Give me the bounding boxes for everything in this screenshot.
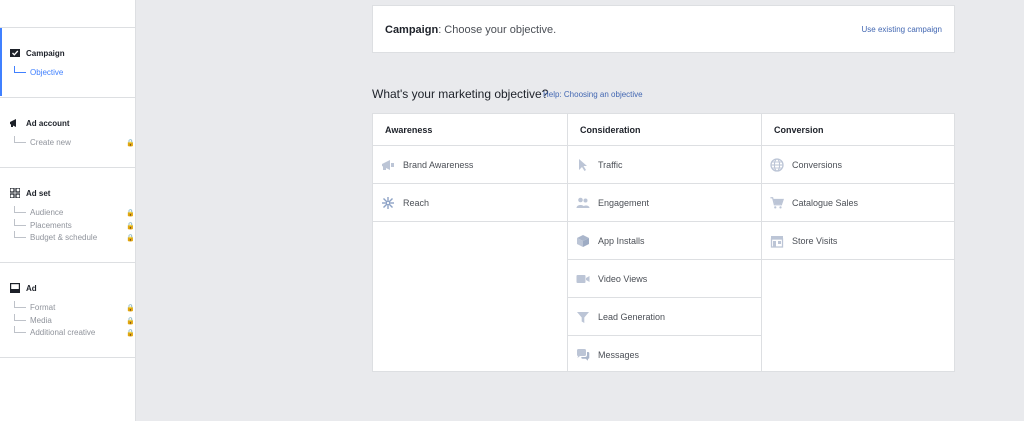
checkbox-icon [10,48,20,58]
help-choosing-objective-link[interactable]: Help: Choosing an objective [543,90,643,99]
tree-branch [14,136,26,143]
sidebar-item-ad-account[interactable]: Ad account [10,118,70,128]
divider [0,27,135,28]
objective-label: Reach [403,197,430,208]
video-icon [576,272,590,286]
campaign-header-card: Campaign: Choose your objective. Use exi… [372,5,955,53]
sidebar-item-objective[interactable]: Objective [14,66,64,77]
objective-label: Store Visits [792,235,838,246]
objective-label: Conversions [792,159,843,170]
lock-icon: 🔒 [126,139,135,147]
tree-branch [14,206,26,213]
megaphone-icon [10,118,20,128]
lock-icon: 🔒 [126,222,135,230]
sidebar-item-label: Ad account [26,118,70,128]
awareness-column: Awareness Brand Awareness Reach [373,114,567,371]
sidebar-item-label: Campaign [26,48,65,58]
tree-branch [14,301,26,308]
objective-label: Lead Generation [598,311,666,322]
objective-catalogue-sales[interactable]: Catalogue Sales [762,184,954,222]
sidebar-item-label: Additional creative [30,328,96,337]
objective-lead-generation[interactable]: Lead Generation [568,298,761,336]
sidebar-item-create-new[interactable]: Create new 🔒 [14,136,135,147]
divider [0,97,135,98]
lock-icon: 🔒 [126,329,135,337]
megaphone-icon [381,158,395,172]
objective-label: App Installs [598,235,645,246]
objective-label: Brand Awareness [403,159,474,170]
tree-branch [14,314,26,321]
conversion-column: Conversion Conversions Catalogue Sales S… [762,114,954,371]
campaign-title-bold: Campaign [385,24,439,36]
sidebar: Campaign Objective Ad account Create new… [0,0,136,421]
cart-icon [770,196,784,210]
sidebar-item-placements[interactable]: Placements 🔒 [14,219,135,230]
objective-label: Engagement [598,197,650,208]
campaign-title-rest: : Choose your objective. [438,24,557,36]
objective-store-visits[interactable]: Store Visits [762,222,954,260]
sidebar-item-format[interactable]: Format 🔒 [14,301,135,312]
tree-branch [14,326,26,333]
lock-icon: 🔒 [126,317,135,325]
sidebar-item-label: Audience [30,208,64,217]
sidebar-item-campaign[interactable]: Campaign [10,48,65,58]
column-header: Conversion [762,114,954,146]
sidebar-item-ad[interactable]: Ad [10,283,37,293]
tree-branch [14,66,26,73]
objective-video-views[interactable]: Video Views [568,260,761,298]
sidebar-item-label: Format [30,303,56,312]
column-header: Awareness [373,114,567,146]
sidebar-item-label: Create new [30,138,71,147]
objective-engagement[interactable]: Engagement [568,184,761,222]
box-icon [576,234,590,248]
objective-reach[interactable]: Reach [373,184,567,222]
sidebar-item-label: Placements [30,221,72,230]
globe-icon [770,157,784,172]
ad-icon [10,283,20,293]
sidebar-item-label: Media [30,316,52,325]
sidebar-item-label: Ad [26,283,37,293]
cursor-icon [576,158,590,172]
active-indicator [0,28,2,96]
lock-icon: 🔒 [126,209,135,217]
chat-icon [576,348,590,362]
objective-label: Messages [598,350,640,360]
tree-branch [14,231,26,238]
lock-icon: 🔒 [126,304,135,312]
snowflake-icon [381,196,395,210]
objective-messages[interactable]: Messages [568,336,761,374]
people-icon [576,196,590,210]
sidebar-item-budget-schedule[interactable]: Budget & schedule 🔒 [14,231,135,242]
campaign-title: Campaign: Choose your objective. [385,24,556,36]
objective-traffic[interactable]: Traffic [568,146,761,184]
use-existing-campaign-link[interactable]: Use existing campaign [862,25,942,34]
sidebar-item-label: Objective [30,68,64,77]
tree-branch [14,219,26,226]
sidebar-item-label: Budget & schedule [30,233,98,242]
objective-conversions[interactable]: Conversions [762,146,954,184]
sidebar-item-additional-creative[interactable]: Additional creative 🔒 [14,326,135,337]
divider [0,262,135,263]
consideration-column: Consideration Traffic Engagement App Ins… [568,114,761,371]
sidebar-item-media[interactable]: Media 🔒 [14,314,135,325]
objective-label: Traffic [598,159,623,170]
objective-heading: What's your marketing objective? [372,87,549,101]
objective-label: Video Views [598,273,648,284]
sidebar-item-ad-set[interactable]: Ad set [10,188,50,198]
sidebar-item-label: Ad set [26,188,51,198]
funnel-icon [576,310,590,324]
divider [0,357,135,358]
grid-icon [10,188,20,198]
objective-brand-awareness[interactable]: Brand Awareness [373,146,567,184]
sidebar-item-audience[interactable]: Audience 🔒 [14,206,135,217]
column-header: Consideration [568,114,761,146]
lock-icon: 🔒 [126,234,135,242]
store-icon [770,234,784,248]
objective-app-installs[interactable]: App Installs [568,222,761,260]
divider [0,167,135,168]
objectives-table: Awareness Brand Awareness Reach Consider… [372,113,955,372]
objective-label: Catalogue Sales [792,197,859,208]
